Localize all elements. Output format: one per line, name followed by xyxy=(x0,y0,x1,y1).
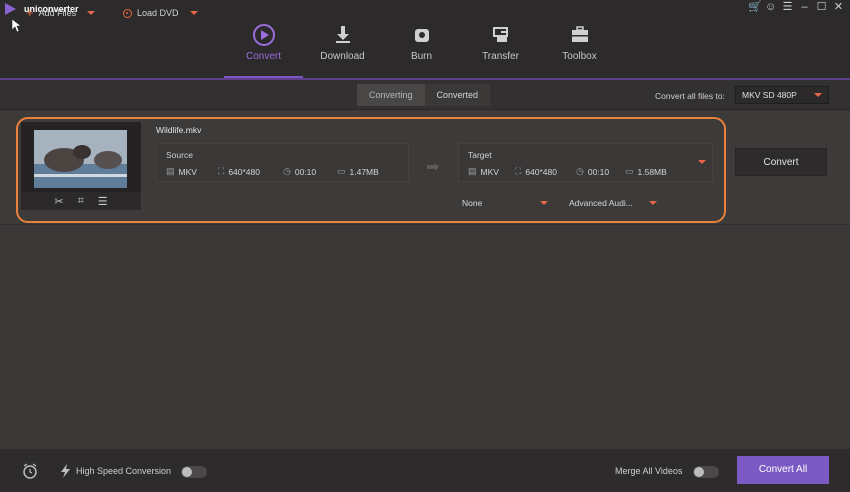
alarm-clock-icon[interactable] xyxy=(22,463,38,479)
nav-transfer-label: Transfer xyxy=(482,51,519,62)
close-icon[interactable]: ✕ xyxy=(833,2,844,13)
dvd-icon xyxy=(123,8,132,18)
minimize-icon[interactable]: – xyxy=(799,2,810,13)
tab-converted[interactable]: Converted xyxy=(424,84,491,106)
merge-all-label: Merge All Videos xyxy=(615,466,683,476)
nav-burn[interactable]: Burn xyxy=(382,14,461,78)
app-logo-icon xyxy=(5,3,16,15)
chevron-down-icon[interactable] xyxy=(189,11,198,15)
convert-button[interactable]: Convert xyxy=(735,148,827,176)
nav-burn-label: Burn xyxy=(410,51,433,62)
add-files-button[interactable]: + Add Files xyxy=(26,5,96,20)
lightning-icon xyxy=(61,464,70,478)
toolbox-icon xyxy=(571,26,588,42)
status-tabs: Converting Converted xyxy=(357,84,491,106)
mouse-cursor-icon xyxy=(12,19,22,33)
cart-icon[interactable]: 🛒 xyxy=(748,2,762,13)
burn-icon xyxy=(414,29,429,42)
chevron-down-icon xyxy=(814,93,822,97)
chevron-down-icon[interactable] xyxy=(87,11,96,15)
nav-download-label: Download xyxy=(320,51,365,62)
account-icon[interactable]: ☺ xyxy=(765,2,776,13)
highlight-outline xyxy=(16,117,726,223)
plus-icon: + xyxy=(26,5,34,20)
maximize-icon[interactable]: ☐ xyxy=(816,2,827,13)
add-files-label: Add Files xyxy=(38,8,77,18)
convert-all-to-label: Convert all files to: xyxy=(655,91,725,101)
transfer-icon xyxy=(492,27,508,42)
download-icon xyxy=(335,26,350,43)
tab-converting[interactable]: Converting xyxy=(357,84,425,106)
high-speed-toggle[interactable] xyxy=(181,466,207,478)
nav-convert[interactable]: Convert xyxy=(224,14,303,78)
high-speed-label: High Speed Conversion xyxy=(76,466,172,476)
main-nav: Convert Download Burn Transfer Toolbox xyxy=(224,14,619,78)
nav-toolbox[interactable]: Toolbox xyxy=(540,14,619,78)
menu-icon[interactable]: ☰ xyxy=(782,2,793,13)
merge-all-toggle[interactable] xyxy=(693,466,719,478)
load-dvd-label: Load DVD xyxy=(137,8,179,18)
nav-toolbox-label: Toolbox xyxy=(562,51,597,62)
convert-icon xyxy=(252,24,275,46)
nav-transfer[interactable]: Transfer xyxy=(461,14,540,78)
convert-all-button[interactable]: Convert All xyxy=(737,456,829,484)
nav-download[interactable]: Download xyxy=(303,14,382,78)
output-format-select[interactable]: MKV SD 480P xyxy=(735,86,829,104)
load-dvd-button[interactable]: Load DVD xyxy=(123,8,198,18)
nav-convert-label: Convert xyxy=(245,51,281,62)
window-controls: 🛒 ☺ ☰ – ☐ ✕ xyxy=(748,2,844,13)
output-format-value: MKV SD 480P xyxy=(742,90,797,100)
